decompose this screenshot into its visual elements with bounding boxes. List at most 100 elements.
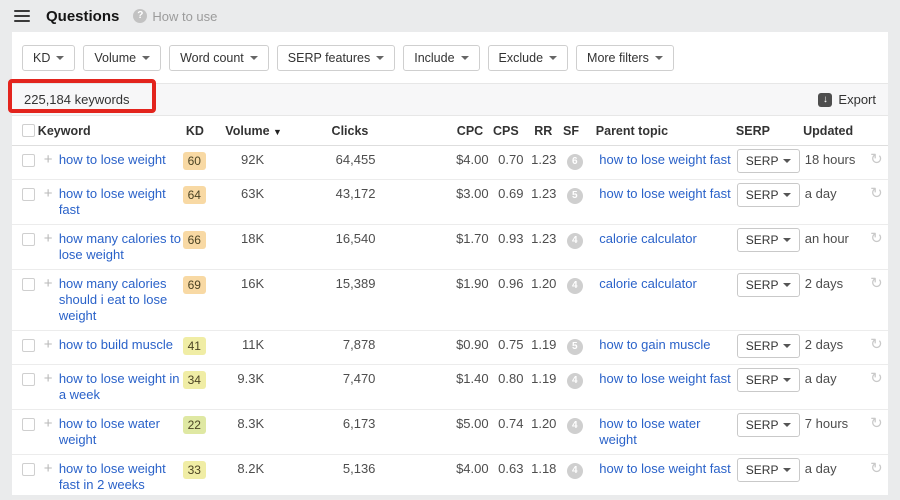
serp-dropdown-button[interactable]: SERP (737, 368, 801, 392)
updated-value: 18 hours (805, 152, 865, 168)
updated-value: a day (805, 461, 865, 477)
parent-topic-link[interactable]: how to lose water weight (599, 416, 700, 447)
refresh-icon[interactable]: ↻ (870, 416, 883, 432)
serp-button-label: SERP (746, 278, 779, 292)
row-checkbox[interactable] (22, 339, 35, 352)
filter-include-button[interactable]: Include (403, 45, 479, 71)
col-header-cpc[interactable]: CPC (440, 124, 483, 138)
row-checkbox[interactable] (22, 233, 35, 246)
add-to-list-plus-icon[interactable]: + (38, 337, 59, 353)
row-checkbox[interactable] (22, 463, 35, 476)
parent-topic-link[interactable]: calorie calculator (599, 231, 697, 246)
filter-label: More filters (587, 51, 649, 65)
keyword-link[interactable]: how to lose water weight (59, 416, 160, 447)
table-row: + how to lose weight 60 92K 64,455 $4.00… (12, 146, 888, 180)
col-header-keyword[interactable]: Keyword (38, 124, 186, 138)
col-header-volume[interactable]: Volume ▼ (225, 124, 323, 138)
filter-label: KD (33, 51, 50, 65)
cpc-value: $1.40 (446, 371, 489, 387)
add-to-list-plus-icon[interactable]: + (38, 231, 59, 247)
row-checkbox[interactable] (22, 278, 35, 291)
parent-topic-link[interactable]: how to lose weight fast (599, 371, 731, 386)
parent-topic-link[interactable]: how to lose weight fast (599, 186, 731, 201)
how-to-use-link[interactable]: ? How to use (133, 9, 217, 24)
refresh-icon[interactable]: ↻ (870, 276, 883, 292)
cpc-value: $4.00 (446, 152, 489, 168)
refresh-icon[interactable]: ↻ (870, 461, 883, 477)
add-to-list-plus-icon[interactable]: + (38, 152, 59, 168)
col-header-rr[interactable]: RR (519, 124, 553, 138)
serp-dropdown-button[interactable]: SERP (737, 149, 801, 173)
refresh-icon[interactable]: ↻ (870, 371, 883, 387)
parent-topic-link[interactable]: how to lose weight fast (599, 461, 731, 476)
filter-more-filters-button[interactable]: More filters (576, 45, 674, 71)
export-button[interactable]: ↓ Export (818, 92, 876, 107)
keyword-link[interactable]: how to lose weight fast in 2 weeks (59, 461, 166, 492)
keyword-link[interactable]: how to build muscle (59, 337, 173, 352)
table-row: + how to lose weight fast 64 63K 43,172 … (12, 180, 888, 225)
add-to-list-plus-icon[interactable]: + (38, 371, 59, 387)
filter-volume-button[interactable]: Volume (83, 45, 161, 71)
refresh-icon[interactable]: ↻ (870, 337, 883, 353)
add-to-list-plus-icon[interactable]: + (38, 416, 59, 432)
serp-button-label: SERP (746, 418, 779, 432)
top-bar: Questions ? How to use (0, 0, 900, 32)
refresh-icon[interactable]: ↻ (870, 231, 883, 247)
sort-desc-icon: ▼ (273, 127, 282, 137)
filter-exclude-button[interactable]: Exclude (488, 45, 568, 71)
serp-dropdown-button[interactable]: SERP (737, 228, 801, 252)
col-header-kd[interactable]: KD (186, 124, 225, 138)
filter-label: Word count (180, 51, 244, 65)
serp-dropdown-button[interactable]: SERP (737, 413, 801, 437)
volume-value: 11K (222, 337, 265, 353)
keyword-link[interactable]: how many calories should i eat to lose w… (59, 276, 167, 323)
keyword-link[interactable]: how to lose weight fast (59, 186, 166, 217)
filter-label: Include (414, 51, 454, 65)
keyword-link[interactable]: how many calories to lose weight (59, 231, 181, 262)
chevron-down-icon (461, 56, 469, 60)
updated-value: an hour (805, 231, 865, 247)
filter-serp-features-button[interactable]: SERP features (277, 45, 395, 71)
clicks-value: 15,389 (331, 276, 376, 292)
parent-topic-link[interactable]: how to lose weight fast (599, 152, 731, 167)
serp-dropdown-button[interactable]: SERP (737, 334, 801, 358)
table-body: + how to lose weight 60 92K 64,455 $4.00… (12, 146, 888, 500)
col-header-parent-topic[interactable]: Parent topic (596, 124, 736, 138)
add-to-list-plus-icon[interactable]: + (38, 276, 59, 292)
refresh-icon[interactable]: ↻ (870, 186, 883, 202)
row-checkbox[interactable] (22, 418, 35, 431)
keyword-link[interactable]: how to lose weight (59, 152, 166, 167)
col-header-clicks[interactable]: Clicks (323, 124, 368, 138)
rr-value: 1.19 (523, 371, 556, 387)
table-row: + how many calories to lose weight 66 18… (12, 225, 888, 270)
kd-badge: 69 (183, 276, 206, 294)
row-checkbox[interactable] (22, 373, 35, 386)
rr-value: 1.18 (523, 461, 556, 477)
hamburger-menu-icon[interactable] (14, 10, 30, 22)
filter-word-count-button[interactable]: Word count (169, 45, 269, 71)
col-header-cps[interactable]: CPS (483, 124, 519, 138)
keyword-link[interactable]: how to lose weight in a week (59, 371, 180, 402)
volume-value: 8.2K (222, 461, 265, 477)
row-checkbox[interactable] (22, 188, 35, 201)
add-to-list-plus-icon[interactable]: + (38, 186, 59, 202)
col-header-sf[interactable]: SF (552, 124, 590, 138)
col-header-updated[interactable]: Updated (803, 124, 864, 138)
add-to-list-plus-icon[interactable]: + (38, 461, 59, 477)
select-all-checkbox[interactable] (22, 124, 35, 137)
chevron-down-icon (376, 56, 384, 60)
col-header-volume-label: Volume (225, 124, 269, 138)
chevron-down-icon (56, 56, 64, 60)
refresh-icon[interactable]: ↻ (870, 152, 883, 168)
volume-value: 8.3K (222, 416, 265, 432)
parent-topic-link[interactable]: how to gain muscle (599, 337, 710, 352)
parent-topic-link[interactable]: calorie calculator (599, 276, 697, 291)
table-row: + how many calories should i eat to lose… (12, 270, 888, 331)
serp-button-label: SERP (746, 463, 779, 477)
cpc-value: $5.00 (446, 416, 489, 432)
serp-dropdown-button[interactable]: SERP (737, 273, 801, 297)
row-checkbox[interactable] (22, 154, 35, 167)
filter-kd-button[interactable]: KD (22, 45, 75, 71)
serp-dropdown-button[interactable]: SERP (737, 183, 801, 207)
serp-dropdown-button[interactable]: SERP (737, 458, 801, 482)
